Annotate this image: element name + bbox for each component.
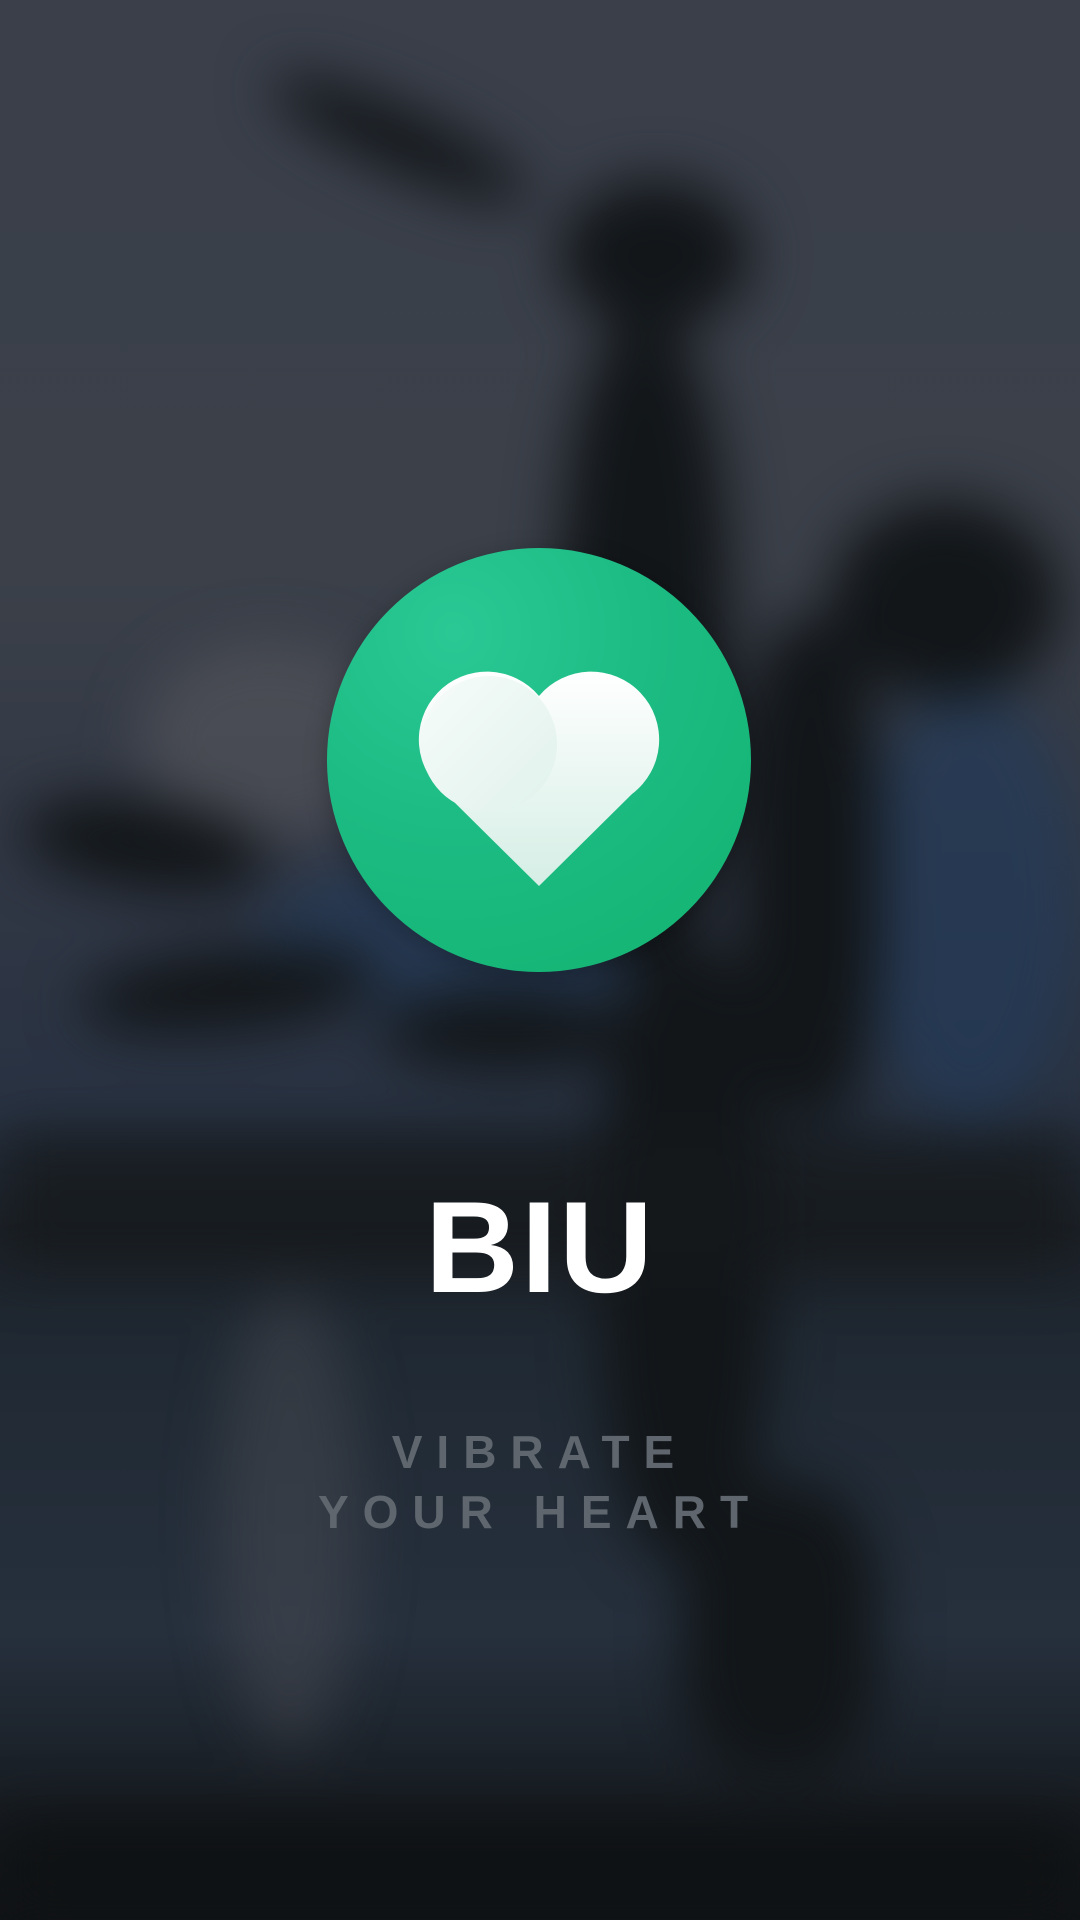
tagline: VIBRATE YOUR HEART xyxy=(317,1426,763,1538)
splash-screen: BIU VIBRATE YOUR HEART xyxy=(0,0,1080,1920)
app-logo xyxy=(327,548,751,972)
heart-icon xyxy=(418,671,660,886)
app-title: BIU xyxy=(425,1174,655,1320)
